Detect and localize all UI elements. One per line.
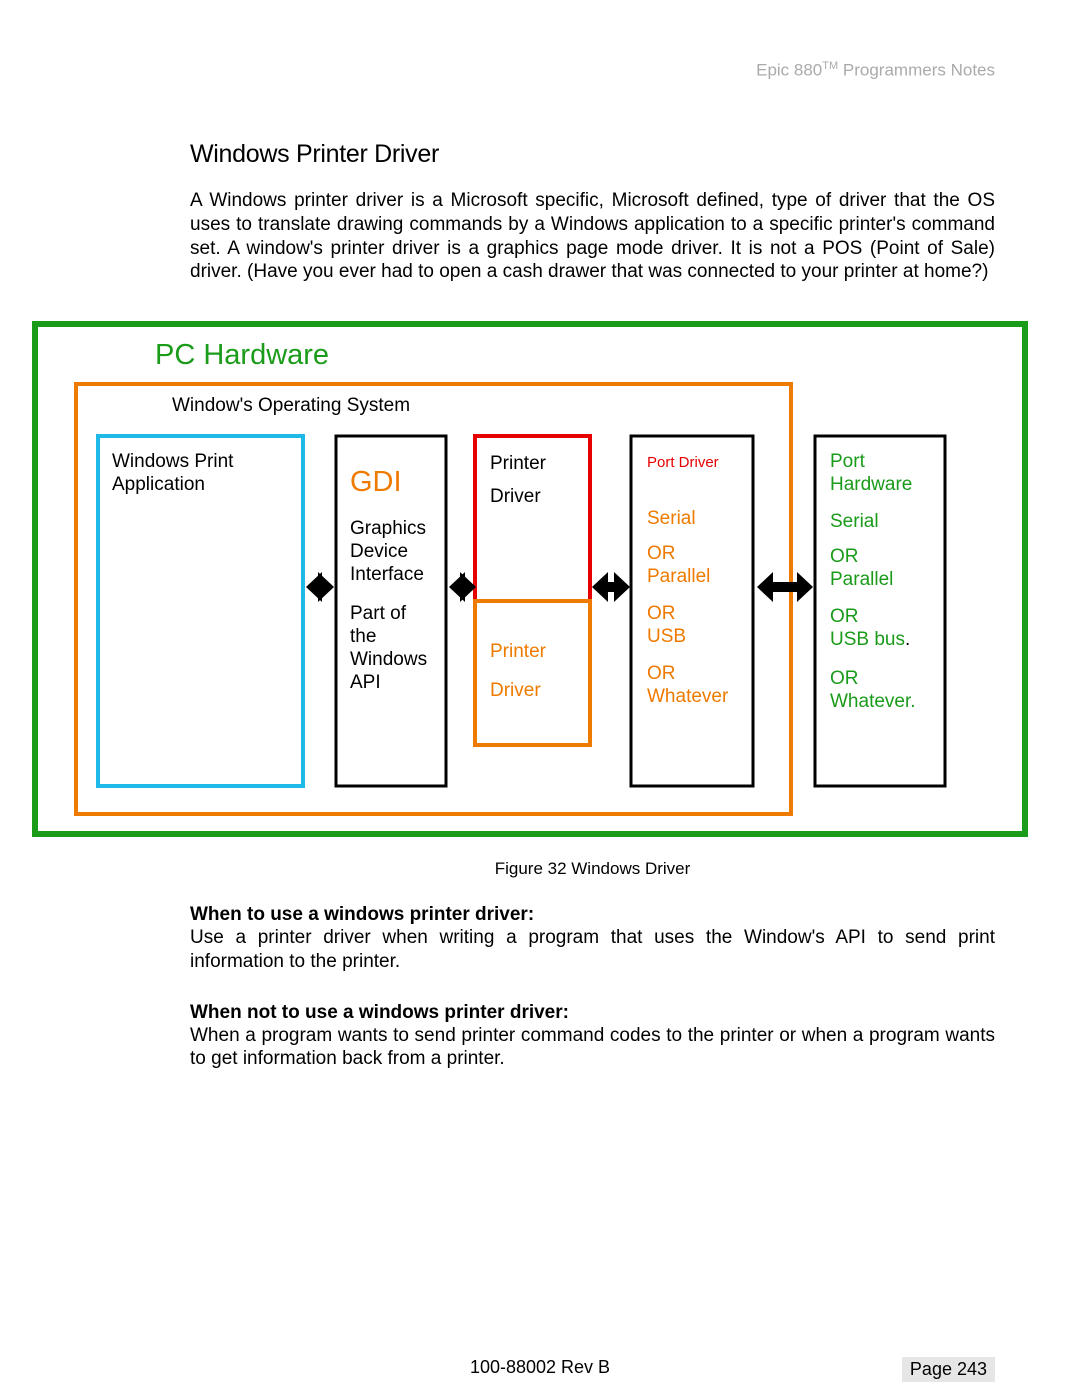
app-line1: Windows Print [112, 451, 234, 472]
gdi-l6: Windows [350, 649, 427, 670]
ph-l3: Serial [830, 511, 879, 532]
double-arrow-icon [592, 572, 630, 602]
double-arrow-icon [757, 572, 813, 602]
pd-l5: USB [647, 626, 686, 647]
ph-l8: OR [830, 668, 859, 689]
gdi-l2: Device [350, 541, 408, 562]
header-right: Epic 880TM Programmers Notes [756, 60, 995, 81]
drv1-l2: Driver [490, 486, 541, 507]
ph-l5: Parallel [830, 569, 893, 590]
port-driver-title: Port Driver [647, 454, 719, 471]
when-not-paragraph: When a program wants to send printer com… [190, 1024, 995, 1072]
double-arrow-icon [306, 572, 334, 602]
windows-driver-diagram: PC Hardware Window's Operating System Wi… [30, 319, 1030, 839]
pc-hardware-label: PC Hardware [155, 339, 329, 371]
gdi-l4: Part of [350, 603, 407, 624]
ph-l1: Port [830, 451, 866, 472]
gdi-l1: Graphics [350, 518, 426, 539]
drv1-l1: Printer [490, 453, 547, 474]
section-title: Windows Printer Driver [190, 140, 995, 169]
drv2-l2: Driver [490, 680, 541, 701]
windows-os-label: Window's Operating System [172, 395, 410, 416]
when-not-heading: When not to use a windows printer driver… [190, 1002, 995, 1024]
pd-l2: OR [647, 543, 676, 564]
intro-paragraph: A Windows printer driver is a Microsoft … [190, 189, 995, 284]
when-use-heading: When to use a windows printer driver: [190, 904, 995, 926]
app-line2: Application [112, 474, 205, 495]
diagram-container: PC Hardware Window's Operating System Wi… [30, 319, 1030, 844]
pd-l7: Whatever [647, 686, 729, 707]
pd-l1: Serial [647, 508, 696, 529]
gdi-l7: API [350, 672, 381, 693]
drv2-l1: Printer [490, 641, 547, 662]
gdi-l3: Interface [350, 564, 424, 585]
printer-driver-orange-box [475, 601, 590, 745]
pd-l6: OR [647, 663, 676, 684]
footer-pagenum: Page 243 [902, 1357, 995, 1382]
header-suffix: Programmers Notes [838, 61, 995, 80]
ph-l9: Whatever. [830, 691, 916, 712]
gdi-title: GDI [350, 466, 402, 498]
figure-caption: Figure 32 Windows Driver [190, 859, 995, 879]
document-page: Epic 880TM Programmers Notes Windows Pri… [0, 0, 1080, 1397]
ph-l7: USB bus. [830, 629, 910, 650]
ph-l6: OR [830, 606, 859, 627]
windows-os-box [76, 384, 791, 814]
pd-l4: OR [647, 603, 676, 624]
when-use-paragraph: Use a printer driver when writing a prog… [190, 926, 995, 974]
header-product: Epic 880 [756, 61, 822, 80]
header-tm: TM [822, 60, 838, 72]
ph-l2: Hardware [830, 474, 912, 495]
gdi-l5: the [350, 626, 376, 647]
double-arrow-icon [449, 572, 476, 602]
ph-l4: OR [830, 546, 859, 567]
pd-l3: Parallel [647, 566, 710, 587]
